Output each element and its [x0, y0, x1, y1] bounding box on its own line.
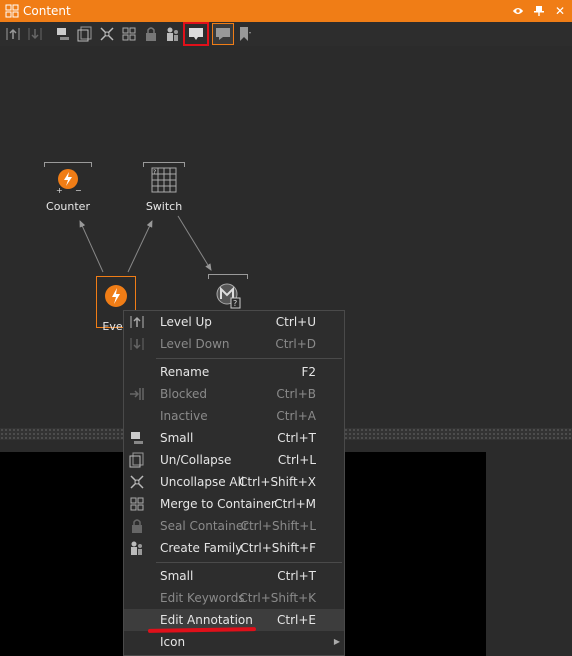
- menu-item-blocked[interactable]: Blocked Ctrl+B: [124, 383, 344, 405]
- submenu-arrow-icon: ▶: [333, 637, 340, 646]
- menu-item-label: Edit Annotation: [160, 613, 253, 627]
- annotation-icon[interactable]: [183, 22, 209, 46]
- level-down-icon: [124, 333, 150, 355]
- menu-item-label: Uncollapse All: [160, 475, 245, 489]
- menu-item-rename[interactable]: Rename F2: [124, 361, 344, 383]
- menu-item-label: Rename: [160, 365, 210, 379]
- menu-item-small[interactable]: Small Ctrl+T: [124, 427, 344, 449]
- menu-item-label: Inactive: [160, 409, 208, 423]
- menu-item-shortcut: Ctrl+T: [277, 569, 316, 583]
- menu-item-shortcut: Ctrl+Shift+L: [240, 519, 316, 533]
- lightning-icon: + −: [54, 166, 82, 198]
- menu-item-label: Blocked: [160, 387, 208, 401]
- merge-container-icon[interactable]: [118, 23, 140, 45]
- menu-item-label: Merge to Container: [160, 497, 276, 511]
- collapse-icon[interactable]: [74, 23, 96, 45]
- small-icon[interactable]: [52, 23, 74, 45]
- menu-item-edit-keywords[interactable]: Edit Keywords Ctrl+Shift+K: [124, 587, 344, 609]
- menu-item-shortcut: Ctrl+Shift+X: [239, 475, 316, 489]
- level-up-icon[interactable]: [2, 23, 24, 45]
- menu-item-label: Small: [160, 431, 194, 445]
- level-up-icon: [124, 311, 150, 333]
- lock-icon: [124, 515, 150, 537]
- menu-item-label: Icon: [160, 635, 186, 649]
- menu-item-uncollapse-all[interactable]: Uncollapse All Ctrl+Shift+X: [124, 471, 344, 493]
- menu-item-small-2[interactable]: Small Ctrl+T: [124, 565, 344, 587]
- svg-text:?: ?: [153, 169, 156, 176]
- menu-item-label: Seal Container: [160, 519, 249, 533]
- menu-item-label: Small: [160, 569, 194, 583]
- close-icon[interactable]: ✕: [554, 5, 566, 17]
- collapse-icon: [124, 449, 150, 471]
- menu-item-level-up[interactable]: Level Up Ctrl+U: [124, 311, 344, 333]
- menu-item-label: Edit Keywords: [160, 591, 245, 605]
- uncollapse-all-icon[interactable]: [96, 23, 118, 45]
- merge-container-icon: [124, 493, 150, 515]
- menu-item-label: Level Up: [160, 315, 212, 329]
- menu-item-seal-container[interactable]: Seal Container Ctrl+Shift+L: [124, 515, 344, 537]
- menu-item-shortcut: F2: [301, 365, 316, 379]
- menu-item-label: Un/Collapse: [160, 453, 232, 467]
- lock-icon[interactable]: [140, 23, 162, 45]
- menu-item-label: Level Down: [160, 337, 230, 351]
- menu-item-shortcut: Ctrl+A: [276, 409, 316, 423]
- node-counter[interactable]: + − Counter: [43, 166, 93, 213]
- menu-item-merge-container[interactable]: Merge to Container Ctrl+M: [124, 493, 344, 515]
- menu-item-shortcut: Ctrl+Shift+F: [240, 541, 316, 555]
- window-title: Content: [23, 4, 71, 18]
- node-label: Switch: [145, 200, 183, 213]
- toolbar: [0, 22, 572, 46]
- uncollapse-all-icon: [124, 471, 150, 493]
- eye-icon[interactable]: [512, 5, 524, 17]
- menu-item-shortcut: Ctrl+D: [275, 337, 316, 351]
- menu-item-shortcut: Ctrl+U: [275, 315, 316, 329]
- menu-item-shortcut: Ctrl+E: [277, 613, 316, 627]
- menu-item-shortcut: Ctrl+L: [277, 453, 316, 467]
- menu-item-create-family[interactable]: Create Family Ctrl+Shift+F: [124, 537, 344, 559]
- context-menu: Level Up Ctrl+U Level Down Ctrl+D Rename…: [123, 310, 345, 656]
- menu-item-inactive[interactable]: Inactive Ctrl+A: [124, 405, 344, 427]
- node-switch[interactable]: ? Switch: [139, 166, 189, 213]
- svg-text:?: ?: [233, 299, 237, 308]
- menu-item-shortcut: Ctrl+B: [276, 387, 316, 401]
- node-bracket: [208, 274, 248, 279]
- menu-item-icon[interactable]: Icon ▶: [124, 631, 344, 653]
- menu-item-shortcut: Ctrl+T: [277, 431, 316, 445]
- node-label: Counter: [46, 200, 90, 213]
- grid-icon: ?: [150, 166, 178, 198]
- svg-text:+: +: [56, 186, 63, 194]
- blocked-icon: [124, 383, 150, 405]
- grid-icon: [5, 4, 19, 18]
- menu-item-shortcut: Ctrl+Shift+K: [239, 591, 316, 605]
- svg-text:−: −: [75, 186, 82, 194]
- pin-icon[interactable]: [533, 5, 545, 17]
- comment-icon[interactable]: [212, 23, 234, 45]
- bookmark-icon[interactable]: [234, 23, 256, 45]
- menu-item-uncollapse[interactable]: Un/Collapse Ctrl+L: [124, 449, 344, 471]
- menu-item-shortcut: Ctrl+M: [274, 497, 316, 511]
- small-icon: [124, 427, 150, 449]
- level-down-icon[interactable]: [24, 23, 46, 45]
- family-icon: [124, 537, 150, 559]
- menu-item-label: Create Family: [160, 541, 243, 555]
- menu-item-level-down[interactable]: Level Down Ctrl+D: [124, 333, 344, 355]
- window-titlebar: Content ✕: [0, 0, 572, 22]
- family-icon[interactable]: [162, 23, 184, 45]
